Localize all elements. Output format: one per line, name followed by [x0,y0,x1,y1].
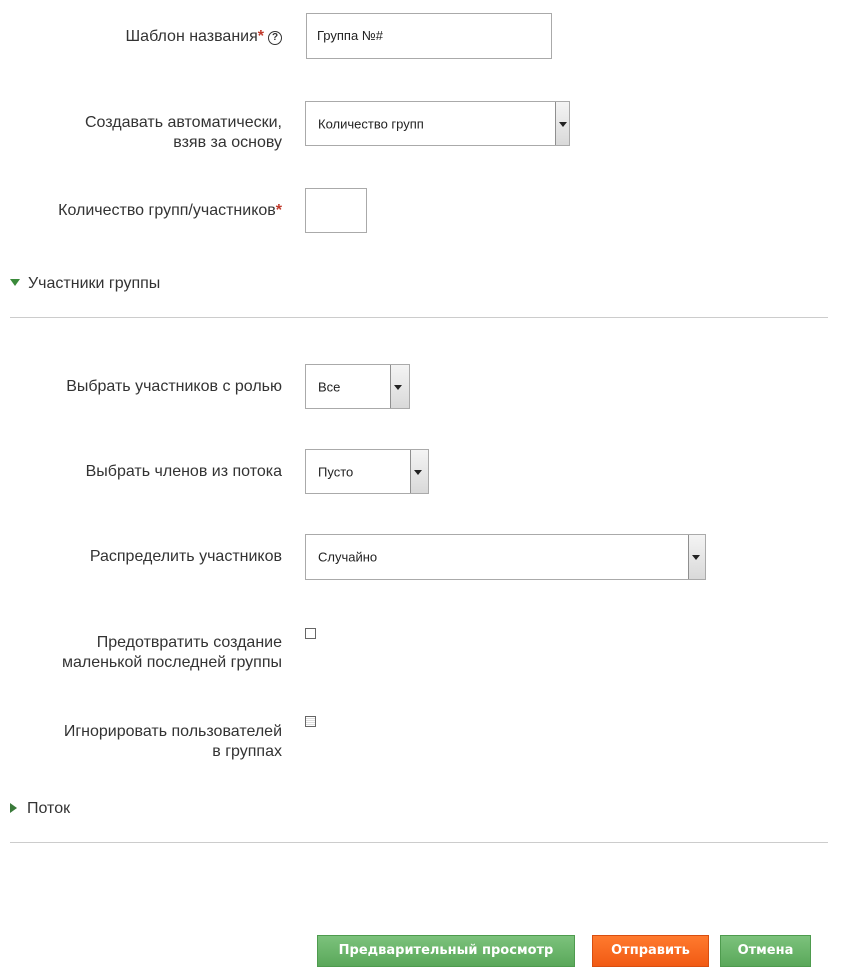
triangle-down-icon [10,279,20,286]
allocate-label: Распределить участников [89,548,282,565]
cohort-label: Выбрать членов из потока [85,463,282,480]
dropdown-arrow-icon[interactable] [390,365,409,408]
role-value: Все [318,379,341,394]
role-label: Выбрать участников с ролью [66,378,282,395]
auto-create-select[interactable]: Количество групп [305,101,570,146]
prevent-small-label: Предотвратить создание маленькой последне… [61,634,282,671]
submit-button[interactable]: Отправить [592,935,709,967]
required-mark: * [275,202,282,219]
dropdown-arrow-icon[interactable] [410,450,428,493]
ignore-grouped-label: Игнорировать пользователей в группах [63,723,282,760]
allocate-value: Случайно [318,549,378,565]
count-label: Количество групп/участников* [58,202,282,219]
auto-create-label: Создавать автоматически, взяв за основу [85,114,282,151]
cohort-value: Пусто [318,464,354,479]
dropdown-arrow-icon[interactable] [688,535,705,579]
count-input[interactable] [305,188,367,233]
required-mark: * [257,28,264,45]
members-section-header[interactable]: Участники группы [10,274,160,294]
cohort-section-title: Поток [27,800,71,817]
cohort-section-header[interactable]: Поток [10,799,70,819]
preview-button[interactable]: Предварительный просмотр [317,935,575,967]
prevent-small-checkbox[interactable] [305,628,316,639]
members-section-title: Участники группы [28,275,161,292]
ignore-grouped-checkbox[interactable] [305,716,316,727]
cohort-select[interactable]: Пусто [305,449,429,494]
dropdown-arrow-icon[interactable] [555,102,569,145]
section-divider [10,842,828,843]
auto-create-value: Количество групп [318,116,424,131]
role-select[interactable]: Все [305,364,410,409]
section-divider [10,317,828,318]
name-template-input[interactable]: Группа №# [306,13,552,59]
triangle-right-icon [10,803,17,813]
cancel-button[interactable]: Отмена [720,935,811,967]
name-template-label: Шаблон названия*? [126,27,282,47]
name-template-value: Группа №# [317,28,383,43]
allocate-select[interactable]: Случайно [305,534,706,580]
help-icon[interactable]: ? [268,31,282,45]
